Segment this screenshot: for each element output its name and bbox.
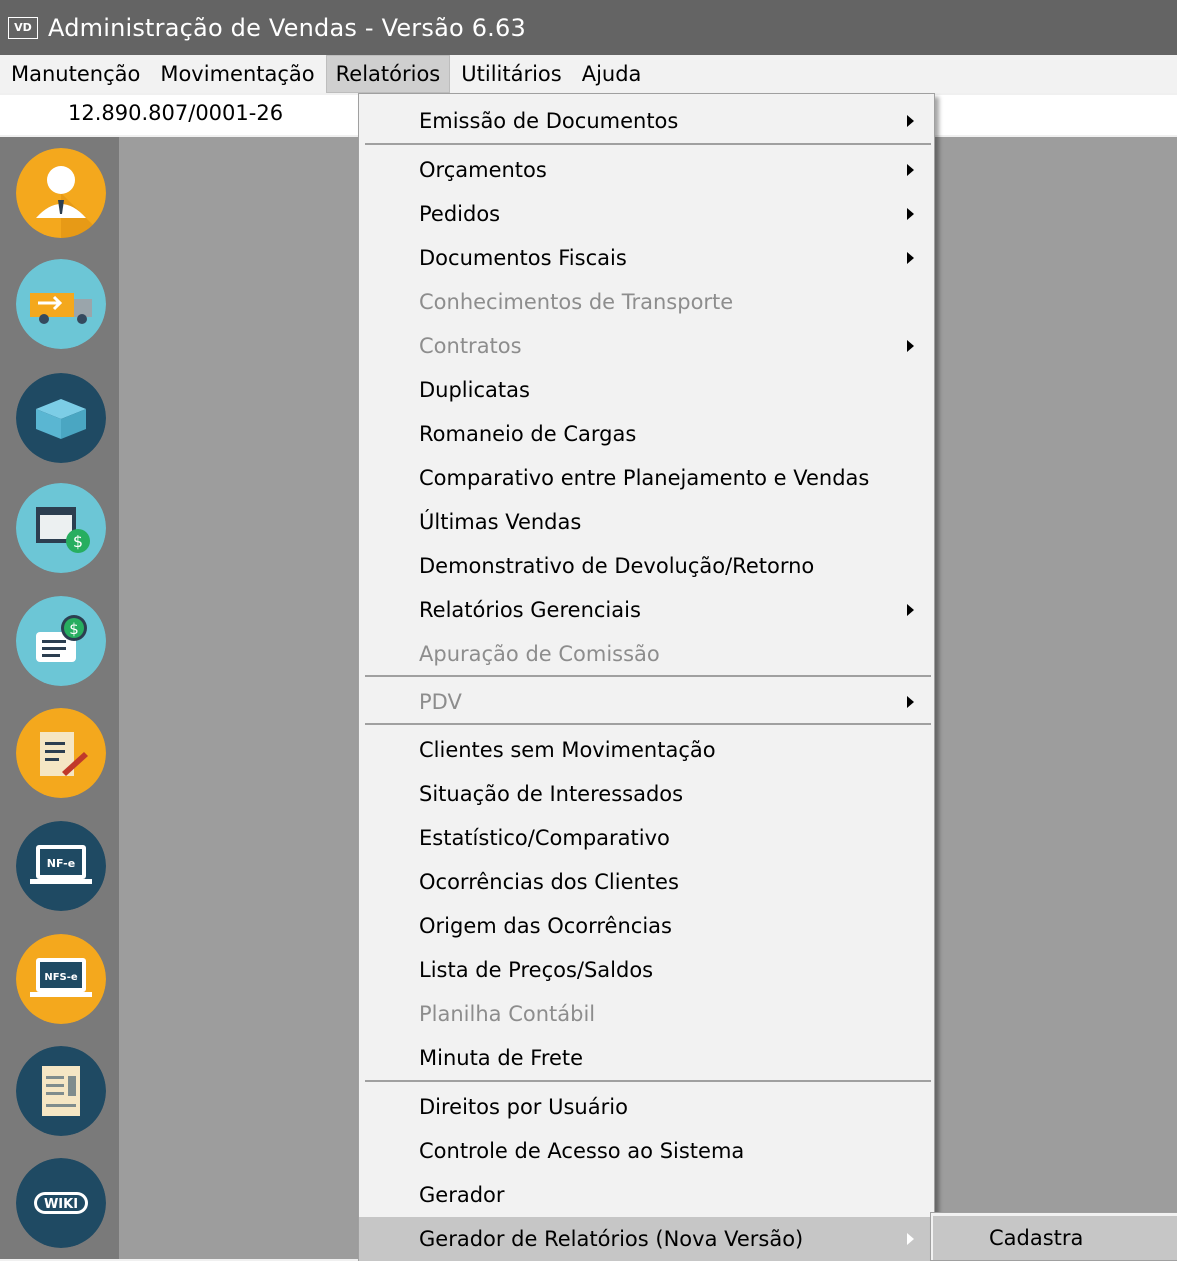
menu-ajuda[interactable]: Ajuda xyxy=(573,55,651,93)
contract-signature-icon[interactable] xyxy=(16,708,106,798)
menu-item: Conhecimentos de Transporte xyxy=(359,280,934,324)
menu-item-label: Últimas Vendas xyxy=(419,510,582,534)
menu-item-label: Gerador xyxy=(419,1183,505,1207)
svg-text:$: $ xyxy=(73,532,83,551)
app-icon: VD xyxy=(8,16,38,39)
menu-item-label: Pedidos xyxy=(419,202,501,226)
menu-item-label: Origem das Ocorrências xyxy=(419,914,672,938)
nfe-text: NF-e xyxy=(47,857,75,870)
menu-item[interactable]: Duplicatas xyxy=(359,368,934,412)
menu-item-label: Comparativo entre Planejamento e Vendas xyxy=(419,466,870,490)
menu-item-label: Apuração de Comissão xyxy=(419,642,660,666)
title-bar: VD Administração de Vendas - Versão 6.63 xyxy=(0,0,1177,55)
receipt-icon[interactable] xyxy=(16,1046,106,1136)
menu-item[interactable]: Situação de Interessados xyxy=(359,772,934,816)
menu-manutencao[interactable]: Manutenção xyxy=(2,55,149,93)
wiki-icon[interactable]: WIKI xyxy=(16,1158,106,1248)
nfse-text: NFS-e xyxy=(44,972,78,983)
submenu-arrow-icon xyxy=(907,340,914,352)
gerador-relatorios-submenu: Cadastra xyxy=(930,1212,1177,1261)
menu-item-label: Clientes sem Movimentação xyxy=(419,738,716,762)
menu-item[interactable]: Lista de Preços/Saldos xyxy=(359,948,934,992)
menu-item[interactable]: Estatístico/Comparativo xyxy=(359,816,934,860)
menu-item[interactable]: Minuta de Frete xyxy=(359,1036,934,1080)
delivery-truck-icon[interactable] xyxy=(16,259,106,349)
menu-item[interactable]: Gerador de Relatórios (Nova Versão) xyxy=(359,1217,934,1261)
menu-item[interactable]: Controle de Acesso ao Sistema xyxy=(359,1129,934,1173)
menu-separator xyxy=(365,1080,931,1082)
menu-item-label: Orçamentos xyxy=(419,158,547,182)
menu-item[interactable]: Clientes sem Movimentação xyxy=(359,728,934,772)
menu-item-label: PDV xyxy=(419,690,462,714)
submenu-arrow-icon xyxy=(907,164,914,176)
company-cnpj: 12.890.807/0001-26 xyxy=(68,101,284,125)
menu-item: Contratos xyxy=(359,324,934,368)
menu-item[interactable]: Orçamentos xyxy=(359,148,934,192)
menu-item[interactable]: Romaneio de Cargas xyxy=(359,412,934,456)
menu-item-label: Minuta de Frete xyxy=(419,1046,584,1070)
calendar-money-icon[interactable]: $ xyxy=(16,483,106,573)
box-icon[interactable] xyxy=(16,373,106,463)
menu-item[interactable]: Origem das Ocorrências xyxy=(359,904,934,948)
menu-item[interactable]: Emissão de Documentos xyxy=(359,99,934,143)
submenu-arrow-icon xyxy=(907,208,914,220)
nfe-laptop-icon[interactable]: NF-e xyxy=(16,821,106,911)
window-title: Administração de Vendas - Versão 6.63 xyxy=(48,13,526,42)
wiki-text: WIKI xyxy=(44,1197,78,1212)
menu-item[interactable]: Documentos Fiscais xyxy=(359,236,934,280)
menu-relatorios[interactable]: Relatórios xyxy=(325,55,451,93)
money-document-icon[interactable]: $ xyxy=(16,596,106,686)
menu-item-label: Estatístico/Comparativo xyxy=(419,826,670,850)
menu-separator xyxy=(365,143,931,145)
menu-item-label: Lista de Preços/Saldos xyxy=(419,958,654,982)
submenu-item-cadastra[interactable]: Cadastra xyxy=(933,1216,1177,1260)
menu-item-label: Emissão de Documentos xyxy=(419,109,679,133)
menu-item[interactable]: Gerador xyxy=(359,1173,934,1217)
menu-item-label: Duplicatas xyxy=(419,378,530,402)
menu-item-label: Contratos xyxy=(419,334,522,358)
submenu-arrow-icon xyxy=(907,252,914,264)
menu-item: Apuração de Comissão xyxy=(359,632,934,676)
menu-item[interactable]: Demonstrativo de Devolução/Retorno xyxy=(359,544,934,588)
sidebar-shortcuts: $ $ NF-e NFS-e WIKI xyxy=(0,137,119,1259)
menu-bar: Manutenção Movimentação Relatórios Utili… xyxy=(0,55,1177,93)
submenu-item-label: Cadastra xyxy=(989,1226,1084,1250)
menu-item-label: Direitos por Usuário xyxy=(419,1095,628,1119)
menu-item: PDV xyxy=(359,680,934,724)
menu-item-label: Demonstrativo de Devolução/Retorno xyxy=(419,554,815,578)
menu-utilitarios[interactable]: Utilitários xyxy=(452,55,570,93)
menu-item[interactable]: Direitos por Usuário xyxy=(359,1085,934,1129)
svg-text:$: $ xyxy=(69,620,79,638)
menu-item: Planilha Contábil xyxy=(359,992,934,1036)
submenu-arrow-icon xyxy=(907,696,914,708)
menu-item-label: Romaneio de Cargas xyxy=(419,422,637,446)
menu-item-label: Ocorrências dos Clientes xyxy=(419,870,679,894)
menu-item-label: Planilha Contábil xyxy=(419,1002,596,1026)
menu-item[interactable]: Comparativo entre Planejamento e Vendas xyxy=(359,456,934,500)
menu-item-label: Conhecimentos de Transporte xyxy=(419,290,734,314)
submenu-arrow-icon xyxy=(907,1233,914,1245)
menu-item[interactable]: Pedidos xyxy=(359,192,934,236)
menu-item[interactable]: Ocorrências dos Clientes xyxy=(359,860,934,904)
menu-item-label: Controle de Acesso ao Sistema xyxy=(419,1139,745,1163)
user-icon[interactable] xyxy=(16,148,106,238)
menu-item[interactable]: Últimas Vendas xyxy=(359,500,934,544)
menu-item-label: Documentos Fiscais xyxy=(419,246,627,270)
submenu-arrow-icon xyxy=(907,604,914,616)
menu-movimentacao[interactable]: Movimentação xyxy=(151,55,323,93)
menu-item-label: Relatórios Gerenciais xyxy=(419,598,641,622)
menu-item[interactable]: Relatórios Gerenciais xyxy=(359,588,934,632)
submenu-arrow-icon xyxy=(907,115,914,127)
menu-item-label: Situação de Interessados xyxy=(419,782,684,806)
menu-item-label: Gerador de Relatórios (Nova Versão) xyxy=(419,1227,804,1251)
nfse-laptop-icon[interactable]: NFS-e xyxy=(16,934,106,1024)
relatorios-dropdown: Emissão de Documentos Orçamentos Pedidos Do… xyxy=(358,93,935,1261)
